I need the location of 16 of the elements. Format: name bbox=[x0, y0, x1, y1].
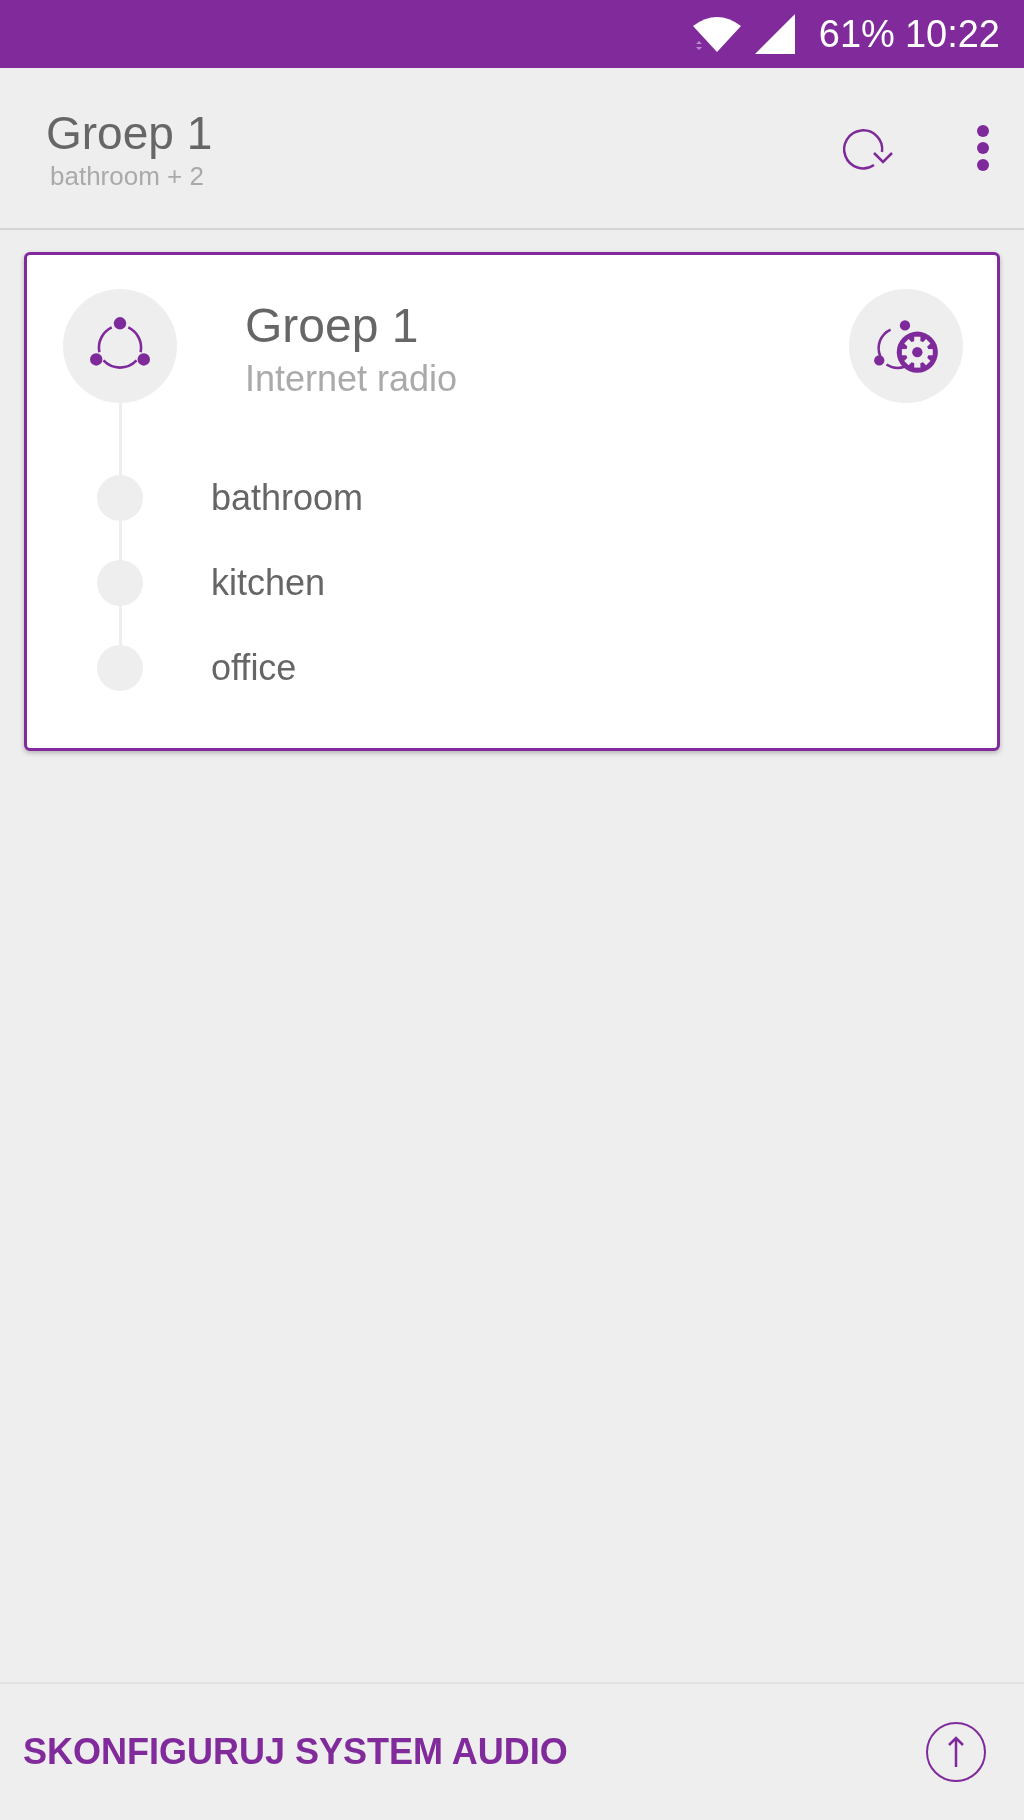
up-arrow-icon bbox=[946, 1735, 966, 1769]
signal-icon bbox=[754, 14, 795, 54]
group-source: Internet radio bbox=[245, 357, 459, 401]
wifi-icon bbox=[690, 14, 743, 54]
more-options-button[interactable] bbox=[976, 124, 990, 172]
configure-audio-link[interactable]: SKONFIGURUJ SYSTEM AUDIO bbox=[23, 1731, 568, 1773]
group-card[interactable]: Groep 1 Internet radio bathroom kitchen office bbox=[24, 252, 1000, 751]
speaker-name[interactable]: office bbox=[211, 646, 297, 689]
app-subtitle: bathroom + 2 bbox=[50, 160, 205, 192]
battery-level: 61% bbox=[818, 12, 895, 56]
group-title: Groep 1 bbox=[245, 298, 420, 354]
speaker-name[interactable]: kitchen bbox=[211, 561, 326, 604]
clock: 10:22 bbox=[904, 12, 1000, 56]
scroll-up-button[interactable] bbox=[926, 1722, 986, 1782]
speaker-name[interactable]: bathroom bbox=[211, 476, 364, 519]
app-title: Groep 1 bbox=[46, 105, 214, 161]
